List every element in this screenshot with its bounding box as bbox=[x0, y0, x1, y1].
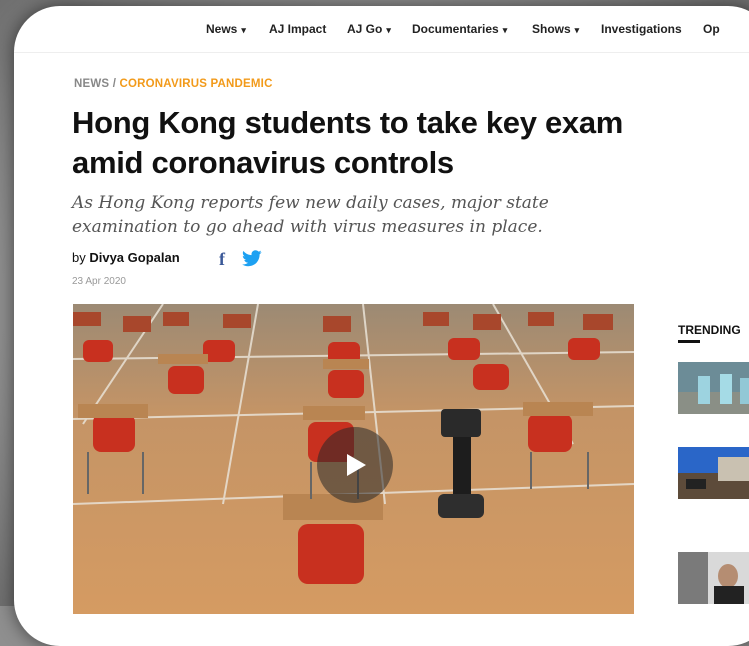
nav-item-aj-impact[interactable]: AJ Impact bbox=[269, 22, 326, 36]
play-icon bbox=[347, 454, 366, 476]
nav-item-opinion[interactable]: Op bbox=[703, 22, 720, 36]
trending-thumbnail-1[interactable] bbox=[678, 362, 749, 414]
chevron-down-icon: ▾ bbox=[574, 25, 580, 35]
trending-underline bbox=[678, 340, 700, 343]
byline: by Divya Gopalan bbox=[72, 250, 180, 265]
twitter-icon[interactable] bbox=[242, 250, 264, 268]
trending-image-1 bbox=[678, 362, 749, 414]
nav-item-documentaries[interactable]: Documentaries ▾ bbox=[412, 22, 507, 36]
trending-thumbnail-3[interactable] bbox=[678, 552, 749, 604]
nav-item-aj-go[interactable]: AJ Go ▾ bbox=[347, 22, 391, 36]
trending-image-2 bbox=[678, 447, 749, 499]
trending-heading: TRENDING bbox=[678, 323, 741, 337]
chevron-down-icon: ▾ bbox=[241, 25, 246, 35]
top-navigation: News ▾ AJ Impact AJ Go ▾ Documentaries ▾ Sh… bbox=[14, 6, 749, 53]
nav-item-shows[interactable]: Shows ▾ bbox=[532, 22, 579, 36]
chevron-down-icon: ▾ bbox=[502, 25, 508, 35]
breadcrumb: NEWS / CORONAVIRUS PANDEMIC bbox=[74, 78, 273, 90]
article-subhead: As Hong Kong reports few new daily cases… bbox=[72, 193, 549, 237]
byline-prefix: by bbox=[72, 250, 90, 265]
chevron-down-icon: ▾ bbox=[386, 25, 391, 35]
author-name[interactable]: Divya Gopalan bbox=[89, 250, 179, 265]
breadcrumb-section[interactable]: NEWS bbox=[74, 78, 109, 90]
trending-image-3 bbox=[678, 552, 749, 604]
play-button[interactable] bbox=[317, 427, 393, 503]
nav-item-news[interactable]: News ▾ bbox=[206, 22, 246, 36]
breadcrumb-topic[interactable]: CORONAVIRUS PANDEMIC bbox=[120, 78, 273, 90]
nav-item-investigations[interactable]: Investigations bbox=[601, 22, 682, 36]
browser-card: News ▾ AJ Impact AJ Go ▾ Documentaries ▾ Sh… bbox=[14, 6, 749, 646]
article-headline: Hong Kong students to take key exam amid… bbox=[72, 105, 624, 180]
facebook-icon[interactable]: f bbox=[219, 250, 231, 268]
publish-date: 23 Apr 2020 bbox=[72, 276, 126, 287]
breadcrumb-separator: / bbox=[109, 78, 120, 90]
trending-thumbnail-2[interactable] bbox=[678, 447, 749, 499]
